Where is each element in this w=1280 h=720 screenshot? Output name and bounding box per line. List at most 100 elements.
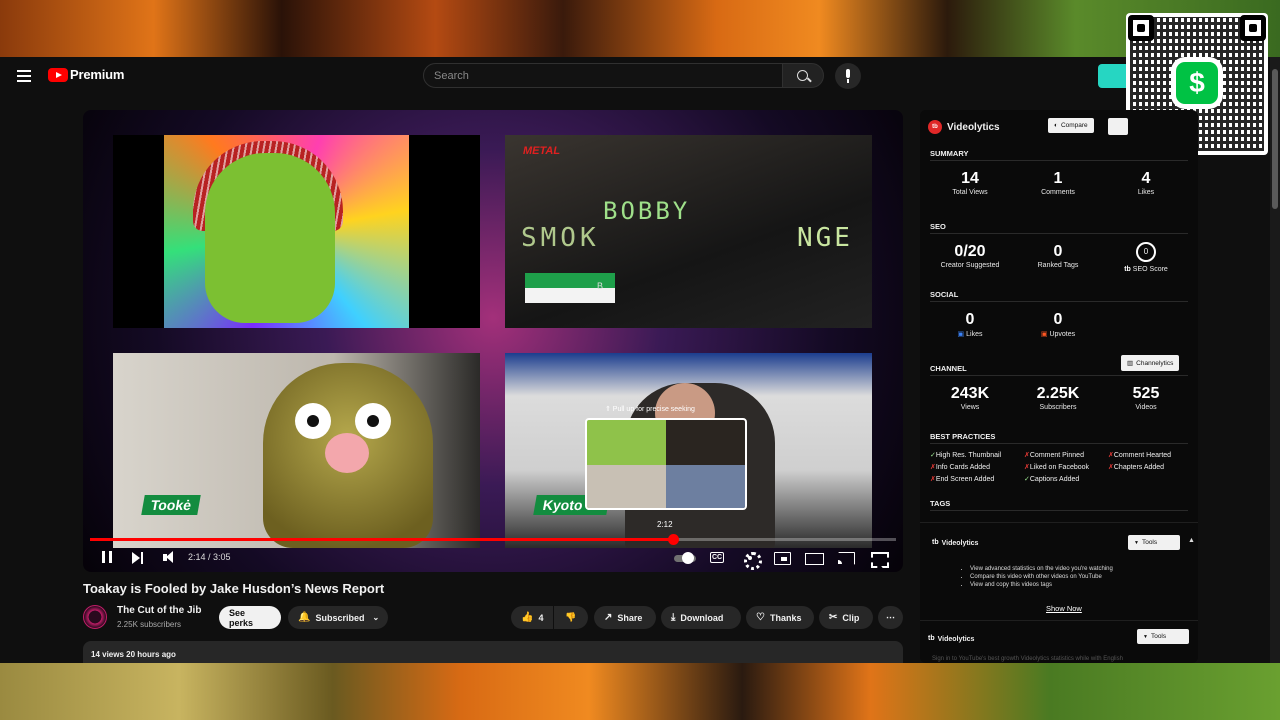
bar-chart-icon: ▥ [1127, 360, 1134, 367]
cast-icon[interactable] [836, 549, 856, 567]
download-icon: ⤓ [671, 612, 676, 623]
youtube-logo-icon [48, 67, 68, 82]
subscribed-button[interactable]: 🔔 Subscribed ⌄ [288, 606, 388, 629]
videolytics-logo-icon: tb [928, 635, 935, 642]
videolytics-logo-icon: tb [928, 120, 942, 134]
bp-comment-hearted: ✗Comment Hearted [1108, 452, 1172, 459]
bp-comment-pinned: ✗Comment Pinned [1024, 452, 1084, 459]
videolytics-brand: tb Videolytics [928, 120, 1000, 134]
video-player[interactable]: SMOK BOBBY NGE METAL B Tookė Kyoto W ⇑ P… [83, 110, 903, 572]
clip-button[interactable]: ✂ Clip [819, 606, 873, 629]
summary-total-views: 14 Total Views [952, 170, 988, 196]
avatar[interactable] [83, 605, 107, 629]
summary-likes: 4 Likes [1137, 170, 1155, 196]
video-tile-frog [113, 135, 480, 328]
share-icon: ↗ [604, 612, 613, 623]
channel-views: 243K Views [950, 385, 990, 411]
compare-button[interactable]: ◐ Compare [1048, 118, 1094, 133]
progress-played [90, 538, 673, 541]
channel-name[interactable]: The Cut of the Jib [117, 605, 201, 616]
name-tag: Tookė [141, 495, 201, 515]
bell-icon: 🔔 [298, 612, 311, 623]
views-and-date: 14 views 20 hours ago [91, 650, 176, 659]
volume-icon[interactable] [160, 549, 180, 567]
cc-icon[interactable] [708, 549, 728, 567]
seek-preview-time: 2:12 [657, 520, 673, 529]
extension-button[interactable] [1098, 64, 1128, 88]
tags-title: TAGS [930, 499, 951, 508]
progress-scrubber[interactable] [667, 534, 679, 545]
videolytics-logo-icon: tb [1124, 266, 1131, 273]
caret-down-icon: ▼ [1134, 539, 1139, 546]
more-icon: ⋯ [886, 612, 895, 622]
progress-bar[interactable] [90, 534, 896, 545]
scroll-up-icon[interactable]: ▲ [1188, 537, 1195, 544]
thanks-icon: ♡ [756, 612, 765, 623]
download-button[interactable]: ⤓ Download [661, 606, 741, 629]
youtube-premium-logo[interactable]: Premium [48, 67, 124, 82]
time-display: 2:14 / 3:05 [188, 552, 231, 562]
channel-subscribers: 2.25K Subscribers [1036, 385, 1080, 411]
social-title: SOCIAL [930, 290, 959, 299]
chevron-down-icon: ⌄ [372, 613, 380, 622]
tools-brand: tb Videolytics [932, 536, 978, 550]
next-icon[interactable] [128, 549, 148, 567]
clip-icon: ✂ [829, 612, 838, 623]
seo-score: 0 tb SEO Score [1102, 241, 1190, 277]
thumbs-up-icon: 👍 [521, 612, 534, 623]
facebook-icon: ▣ [957, 331, 965, 338]
summary-comments: 1 Comments [1041, 170, 1075, 196]
theater-icon[interactable] [804, 549, 824, 567]
video-title: Toakay is Fooled by Jake Husdon’s News R… [83, 581, 385, 596]
pause-icon[interactable] [98, 549, 118, 567]
bp-end-screen: ✗End Screen Added [930, 476, 995, 483]
scrollbar-thumb[interactable] [1272, 69, 1278, 209]
seek-preview-thumbnail [585, 418, 747, 510]
search-input[interactable]: Search [423, 63, 783, 88]
seo-creator-suggested: 0/20 Creator Suggested [940, 243, 1000, 269]
bp-info-cards: ✗Info Cards Added [930, 464, 990, 471]
tools-button-2[interactable]: ▼ Tools [1137, 629, 1189, 644]
seek-hint: ⇑ Pull up for precise seeking [605, 406, 695, 413]
channel-videos: 525 Videos [1132, 385, 1160, 411]
video-tile-puppet: Tookė [113, 353, 480, 548]
cashapp-logo-icon: $ [1176, 62, 1218, 104]
logo-text: Premium [70, 67, 125, 82]
tools-feature-list: View advanced statistics on the video yo… [970, 565, 1113, 589]
like-button[interactable]: 👍 4 [511, 606, 553, 629]
seo-title: SEO [930, 222, 946, 231]
dropdown-button[interactable] [1108, 118, 1128, 135]
videolytics-panel: tb Videolytics ◐ Compare SUMMARY 14 Total… [920, 110, 1198, 663]
masthead: Premium Search [0, 57, 1280, 95]
background-flames-bottom [0, 663, 1280, 720]
reddit-icon: ▣ [1040, 331, 1048, 338]
autoplay-toggle-icon[interactable] [674, 549, 698, 567]
fullscreen-icon[interactable] [869, 549, 889, 567]
best-practices-title: BEST PRACTICES [930, 432, 996, 441]
bp-liked-on-facebook: ✗Liked on Facebook [1024, 464, 1090, 471]
background-flames-top [0, 0, 1280, 57]
share-button[interactable]: ↗ Share [594, 606, 656, 629]
gear-icon[interactable] [740, 549, 762, 570]
bp-high-res-thumbnail: ✓High Res. Thumbnail [930, 452, 1002, 459]
channel-title: CHANNEL [930, 364, 967, 373]
more-actions-button[interactable]: ⋯ [878, 606, 903, 629]
channelytics-button[interactable]: ▥ Channelytics [1121, 355, 1180, 371]
thanks-button[interactable]: ♡ Thanks [746, 606, 814, 629]
dislike-button[interactable]: 👎 [554, 606, 588, 629]
see-perks-button[interactable]: See perks [219, 606, 281, 629]
description-box[interactable]: 14 views 20 hours ago [83, 641, 903, 663]
show-now-link[interactable]: Show Now [1046, 604, 1082, 613]
miniplayer-icon[interactable] [772, 549, 792, 567]
search-icon[interactable] [782, 63, 824, 88]
videolytics-logo-icon: tb [932, 539, 939, 546]
video-tile-smoking: SMOK BOBBY NGE METAL B [505, 135, 872, 328]
tools-brand-2: tb Videolytics [928, 632, 974, 646]
page-scrollbar[interactable] [1270, 57, 1280, 663]
tools-button[interactable]: ▼ Tools [1128, 535, 1180, 550]
menu-icon[interactable] [17, 70, 31, 82]
summary-title: SUMMARY [930, 149, 969, 158]
bp-captions: ✓Captions Added [1024, 476, 1080, 483]
mic-icon[interactable] [835, 63, 861, 89]
player-controls: 2:14 / 3:05 [83, 546, 903, 572]
